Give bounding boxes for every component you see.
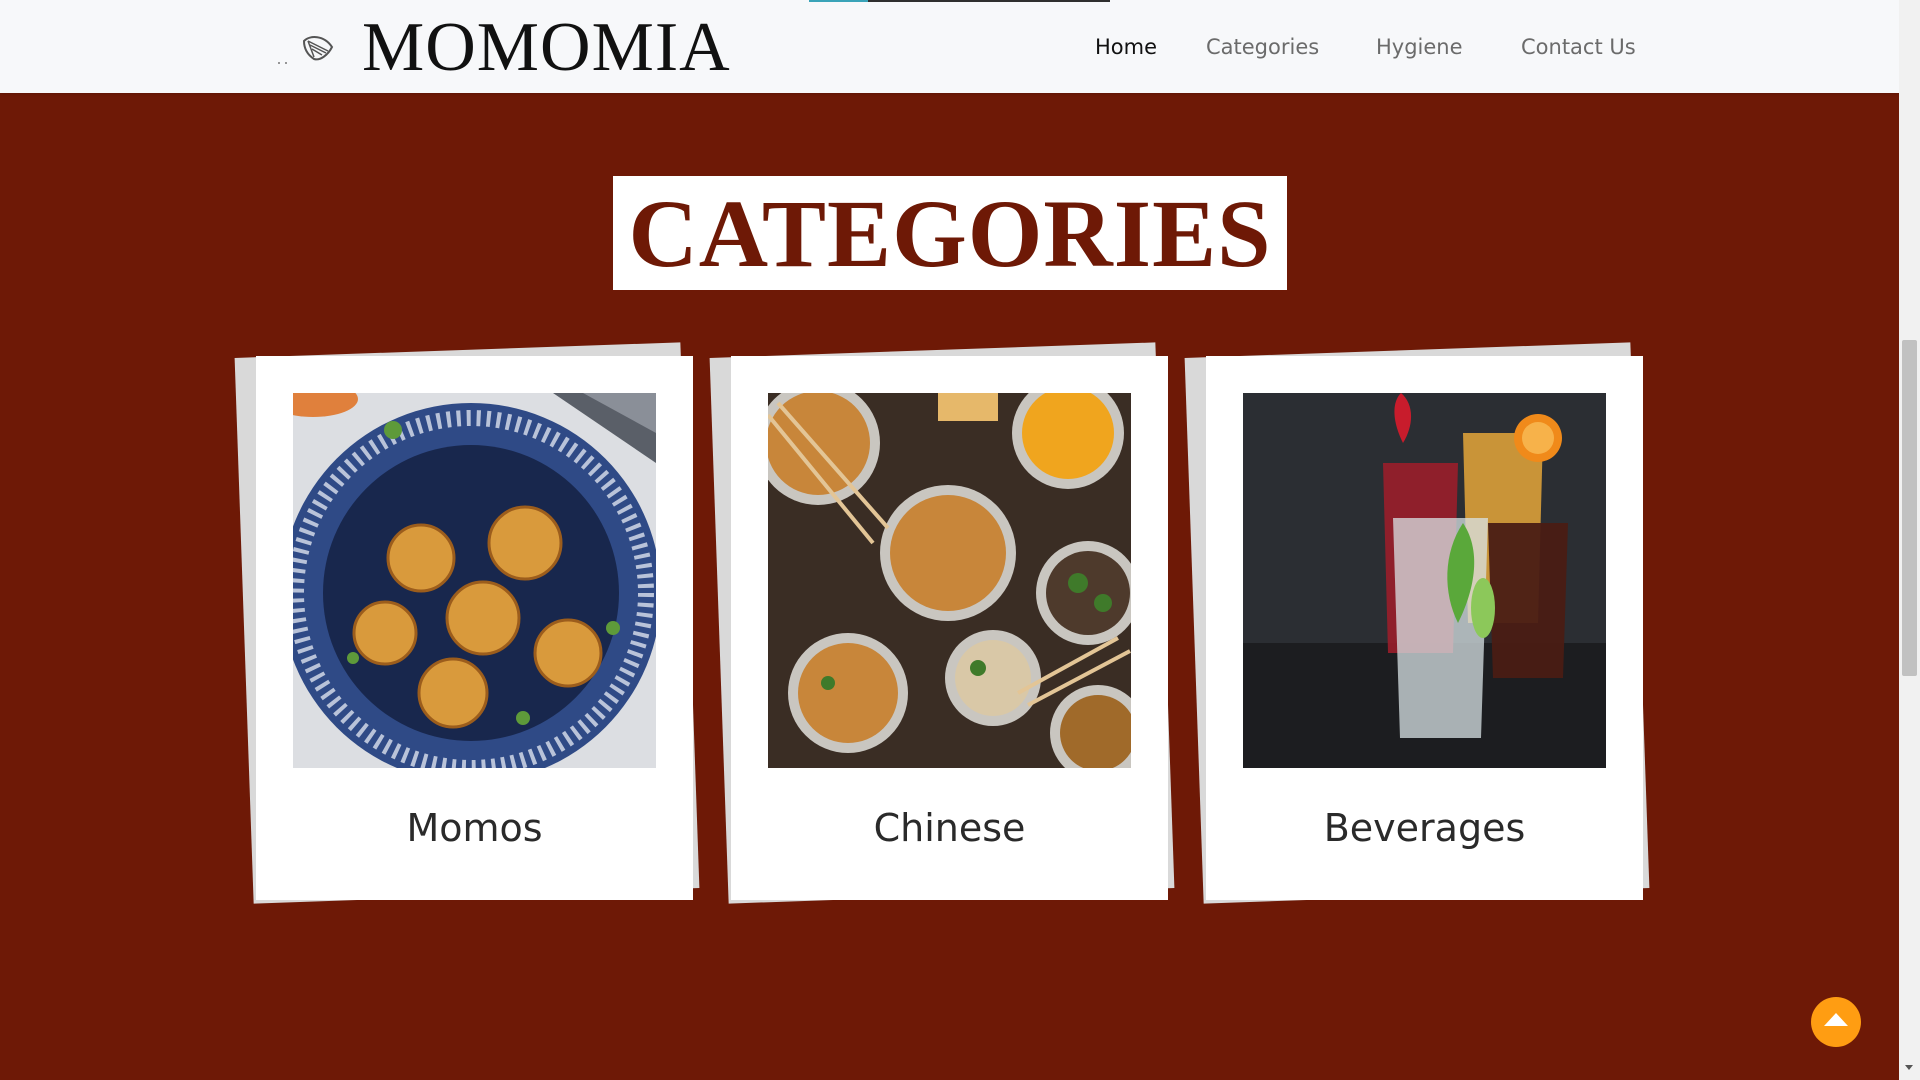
logo-dots (278, 62, 290, 66)
card-body: Chinese (731, 356, 1168, 900)
category-card-momos[interactable]: Momos (234, 342, 700, 904)
brand-name[interactable]: MOMOMIA (362, 8, 731, 88)
card-body: Momos (256, 356, 693, 900)
nav-home[interactable]: Home (1095, 30, 1157, 64)
navbar: MOMOMIA Home Categories Hygiene Contact … (0, 0, 1899, 93)
shell-logo-icon[interactable] (300, 33, 336, 63)
card-label-momos[interactable]: Momos (256, 800, 693, 856)
card-label-chinese[interactable]: Chinese (731, 800, 1168, 856)
page-scrollbar[interactable] (1899, 0, 1920, 1080)
section-title: CATEGORIES (628, 180, 1272, 287)
nav-hygiene[interactable]: Hygiene (1376, 30, 1463, 64)
section-title-box: CATEGORIES (613, 176, 1287, 290)
back-to-top-button[interactable] (1811, 997, 1861, 1047)
nav-categories[interactable]: Categories (1206, 30, 1319, 64)
card-body: Beverages (1206, 356, 1643, 900)
category-card-beverages[interactable]: Beverages (1184, 342, 1650, 904)
beverages-photo[interactable] (1243, 393, 1606, 768)
page-load-progress (809, 0, 1110, 2)
category-card-chinese[interactable]: Chinese (709, 342, 1175, 904)
chinese-food-photo[interactable] (768, 393, 1131, 768)
momos-photo[interactable] (293, 393, 656, 768)
scrollbar-thumb[interactable] (1902, 340, 1917, 676)
nav-contact-us[interactable]: Contact Us (1521, 30, 1636, 64)
card-label-beverages[interactable]: Beverages (1206, 800, 1643, 856)
scroll-down-arrow-icon[interactable] (1905, 1065, 1913, 1070)
